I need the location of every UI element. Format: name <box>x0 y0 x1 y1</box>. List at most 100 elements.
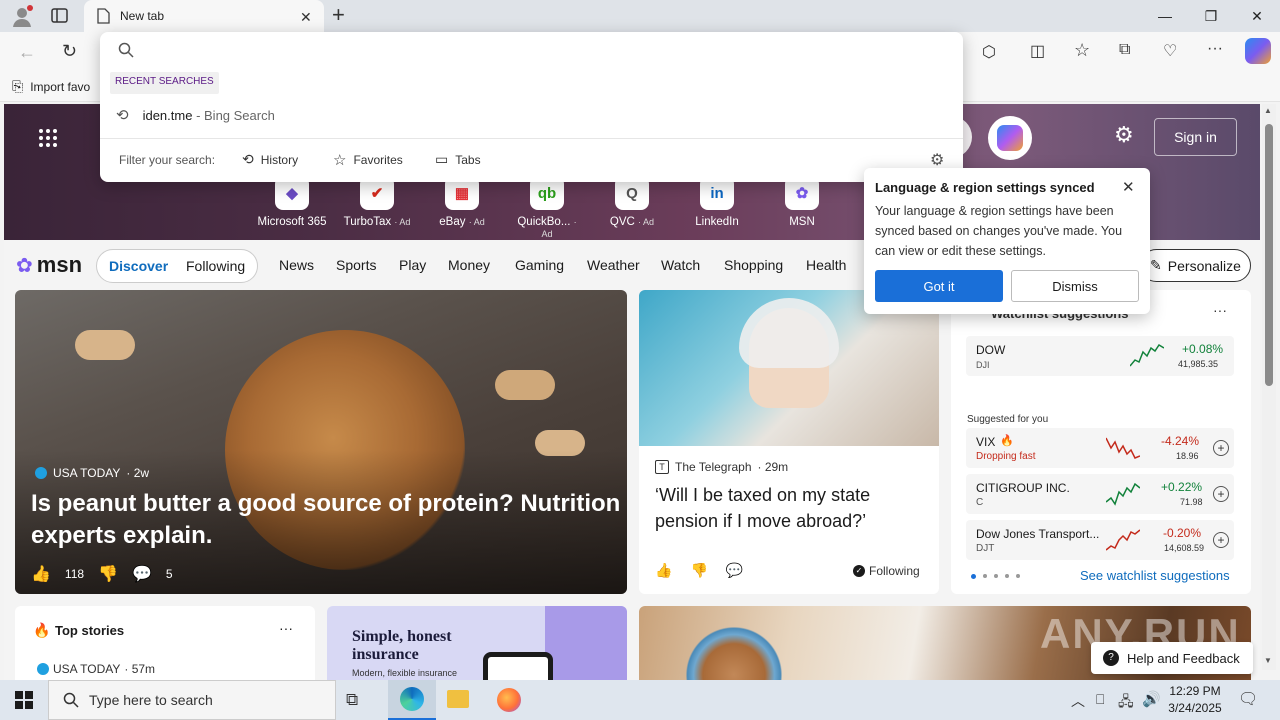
edge-taskbar-icon[interactable] <box>388 680 436 720</box>
tab-actions-icon[interactable] <box>50 7 70 25</box>
clock[interactable]: 12:29 PM 3/24/2025 <box>1160 683 1230 717</box>
stock-row[interactable]: Dow Jones Transport... DJT -0.20% 14,608… <box>966 520 1234 560</box>
second-story-card[interactable]: T The Telegraph · 29m ‘Will I be taxed o… <box>639 290 939 594</box>
story-title[interactable]: ‘Will I be taxed on my state pension if … <box>655 482 925 534</box>
following-indicator[interactable]: ✓ Following <box>853 564 920 578</box>
story-age: · 57m <box>124 662 156 676</box>
add-stock-icon[interactable]: + <box>1213 532 1229 548</box>
sparkline-chart <box>1106 529 1140 551</box>
back-icon[interactable]: ← <box>18 42 36 63</box>
more-menu-icon[interactable]: ··· <box>1207 40 1223 58</box>
stock-price: 14,608.59 <box>1164 543 1205 553</box>
close-window-button[interactable]: ✕ <box>1234 0 1280 32</box>
see-watchlist-link[interactable]: See watchlist suggestions <box>1080 568 1230 583</box>
start-button[interactable] <box>0 680 48 720</box>
carousel-dot[interactable] <box>1016 574 1020 578</box>
file-explorer-icon[interactable] <box>447 690 469 708</box>
dislike-icon[interactable]: 👎 <box>690 562 707 579</box>
carousel-dot[interactable] <box>971 574 976 579</box>
minimize-button[interactable]: — <box>1142 0 1188 32</box>
carousel-dots[interactable] <box>971 574 1020 579</box>
scroll-thumb[interactable] <box>1265 124 1273 386</box>
msn-logo[interactable]: ✿ msn <box>16 252 82 278</box>
quick-link-tile[interactable]: ▦ eBay · Ad <box>427 176 497 240</box>
tab-following[interactable]: Following <box>186 258 245 274</box>
copilot-hero-icon[interactable] <box>988 116 1032 160</box>
copilot-icon[interactable] <box>1245 38 1271 64</box>
add-stock-icon[interactable]: + <box>1213 440 1229 456</box>
nav-link[interactable]: Weather <box>587 257 640 273</box>
nav-link[interactable]: Gaming <box>515 257 564 273</box>
nav-link[interactable]: News <box>279 257 314 273</box>
nav-link[interactable]: Watch <box>661 257 700 273</box>
quick-link-tile[interactable]: ◆ Microsoft 365 <box>257 176 327 240</box>
carousel-dot[interactable] <box>983 574 987 578</box>
firefox-icon[interactable] <box>497 688 521 712</box>
volume-icon[interactable]: 🔊 <box>1142 690 1161 708</box>
dislike-icon[interactable]: 👎 <box>98 564 118 584</box>
split-screen-icon[interactable]: ◫ <box>1030 41 1045 61</box>
extensions-icon[interactable]: ⬡ <box>982 42 996 62</box>
show-hidden-icons[interactable]: ︿ <box>1071 691 1085 711</box>
tab-new-tab[interactable]: New tab ✕ <box>84 0 324 32</box>
network-icon[interactable]: 🖧 <box>1118 691 1134 715</box>
stock-row[interactable]: VIX 🔥 Dropping fast -4.24% 18.96 + <box>966 428 1234 468</box>
nav-link[interactable]: Play <box>399 257 426 273</box>
personalize-button[interactable]: ✎ Personalize <box>1140 249 1251 282</box>
address-input[interactable] <box>140 38 940 64</box>
restore-button[interactable]: ❐ <box>1188 0 1234 32</box>
tab-discover[interactable]: Discover <box>109 258 168 274</box>
carousel-dot[interactable] <box>994 574 998 578</box>
comment-icon[interactable]: 💬 <box>132 564 152 584</box>
page-scrollbar[interactable]: ▲ ▼ <box>1262 104 1276 670</box>
filter-favorites[interactable]: ☆ Favorites <box>333 151 403 169</box>
task-view-icon[interactable]: ⧉ <box>346 690 358 710</box>
quick-link-tile[interactable]: ✔ TurboTax · Ad <box>342 176 412 240</box>
notifications-icon[interactable]: 🗨 <box>1238 689 1258 709</box>
title-bar: New tab ✕ + — ❐ ✕ <box>0 0 1280 32</box>
popup-close-icon[interactable]: ✕ <box>1122 178 1135 196</box>
nav-link[interactable]: Health <box>806 257 846 273</box>
scroll-down-icon[interactable]: ▼ <box>1264 656 1272 665</box>
app-launcher-icon[interactable] <box>38 128 58 148</box>
quick-link-tile[interactable]: in LinkedIn <box>682 176 752 240</box>
recent-search-item[interactable]: ⟲ iden.tme - Bing Search <box>116 106 275 124</box>
quick-link-tile[interactable]: ✿ MSN <box>767 176 837 240</box>
close-tab-icon[interactable]: ✕ <box>300 9 312 26</box>
nav-link[interactable]: Sports <box>336 257 376 273</box>
top-stories-more-icon[interactable]: ··· <box>279 620 293 636</box>
favorites-star-icon[interactable]: ☆ <box>1074 40 1090 61</box>
story-title[interactable]: Is peanut butter a good source of protei… <box>31 488 621 552</box>
import-favorites-link[interactable]: ⎘ Import favo <box>12 78 90 95</box>
got-it-button[interactable]: Got it <box>875 270 1003 302</box>
device-icon[interactable]: ⎕ <box>1096 691 1104 708</box>
carousel-dot[interactable] <box>1005 574 1009 578</box>
search-settings-gear-icon[interactable]: ⚙ <box>930 150 944 170</box>
nav-link[interactable]: Shopping <box>724 257 783 273</box>
refresh-icon[interactable]: ↻ <box>62 41 77 62</box>
settings-gear-icon[interactable]: ⚙ <box>1114 122 1134 148</box>
quick-link-tile[interactable]: Q QVC · Ad <box>597 176 667 240</box>
collections-icon[interactable]: ⧉ <box>1119 41 1130 59</box>
like-icon[interactable]: 👍 <box>655 562 672 579</box>
quick-link-tile[interactable]: qb QuickBo... · Ad <box>512 176 582 240</box>
like-icon[interactable]: 👍 <box>31 564 51 584</box>
insurance-ad-card[interactable]: Simple, honest insurance Modern, flexibl… <box>327 606 627 680</box>
nav-link[interactable]: Money <box>448 257 490 273</box>
sign-in-button[interactable]: Sign in <box>1154 118 1237 156</box>
taskbar-search[interactable]: Type here to search <box>48 680 336 720</box>
filter-tabs[interactable]: ▭ Tabs <box>435 151 481 168</box>
add-stock-icon[interactable]: + <box>1213 486 1229 502</box>
stock-row[interactable]: CITIGROUP INC. C +0.22% 71.98 + <box>966 474 1234 514</box>
help-feedback-button[interactable]: ? Help and Feedback <box>1091 642 1253 674</box>
watchlist-more-icon[interactable]: ··· <box>1213 302 1227 318</box>
comment-icon[interactable]: 💬 <box>726 562 743 579</box>
dismiss-button[interactable]: Dismiss <box>1011 270 1139 302</box>
browser-essentials-icon[interactable]: ♡ <box>1163 41 1177 61</box>
profile-icon[interactable] <box>10 4 34 28</box>
new-tab-button[interactable]: + <box>332 2 345 28</box>
scroll-up-icon[interactable]: ▲ <box>1264 106 1272 115</box>
stock-row[interactable]: DOW DJI +0.08% 41,985.35 <box>966 336 1234 376</box>
main-story-card[interactable]: USA TODAY · 2w Is peanut butter a good s… <box>15 290 627 594</box>
filter-history[interactable]: ⟲ History <box>242 151 298 168</box>
